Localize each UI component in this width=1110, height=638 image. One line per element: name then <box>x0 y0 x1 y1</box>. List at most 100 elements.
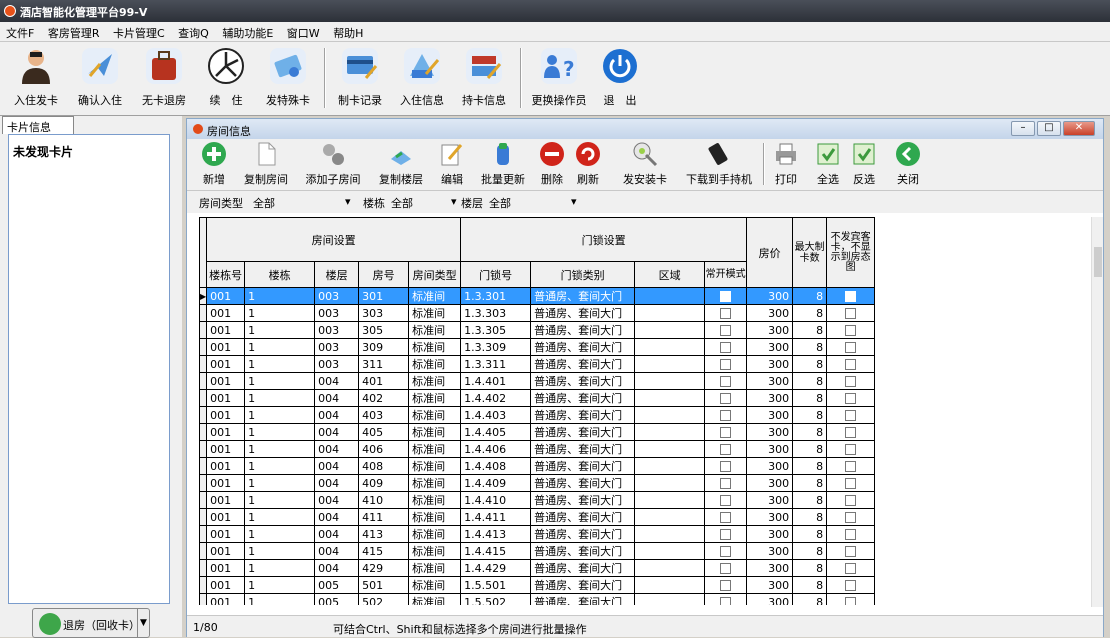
table-row[interactable]: 001 1 005 501 标准间 1.5.501 普通房、套间大门 300 8 <box>199 576 876 594</box>
no-guest-card-cell[interactable] <box>826 355 876 373</box>
row-indicator[interactable] <box>199 576 208 594</box>
menu-help[interactable]: 帮助H <box>327 22 367 41</box>
room-no-header[interactable]: 房号 <box>358 261 410 288</box>
row-indicator[interactable]: ▶ <box>199 287 208 305</box>
maximize-window-button[interactable]: □ <box>1037 121 1061 136</box>
row-indicator[interactable] <box>199 542 208 560</box>
row-indicator[interactable] <box>199 525 208 543</box>
row-indicator[interactable] <box>199 355 208 373</box>
vertical-scrollbar[interactable] <box>1091 217 1103 607</box>
normally-open-cell[interactable] <box>704 576 748 594</box>
normally-open-cell[interactable] <box>704 406 748 424</box>
table-row[interactable]: ▶ 001 1 003 301 标准间 1.3.301 普通房、套间大门 300 8 <box>199 287 876 305</box>
checkbox[interactable] <box>845 427 857 438</box>
exit-button[interactable]: 退 出 <box>596 46 644 110</box>
building-header[interactable]: 楼栋 <box>244 261 316 288</box>
table-row[interactable]: 001 1 004 403 标准间 1.4.403 普通房、套间大门 300 8 <box>199 406 876 424</box>
batch-update-button[interactable]: 批量更新 <box>475 141 531 189</box>
no-guest-card-cell[interactable] <box>826 457 876 475</box>
checkbox[interactable] <box>845 529 857 540</box>
no-guest-card-cell[interactable] <box>826 304 876 322</box>
no-guest-card-cell[interactable] <box>826 389 876 407</box>
normally-open-cell[interactable] <box>704 508 748 526</box>
row-indicator[interactable] <box>199 406 208 424</box>
no-guest-card-cell[interactable] <box>826 542 876 560</box>
checkout-no-card-button[interactable]: 无卡退房 <box>134 46 194 110</box>
checkbox[interactable] <box>720 495 732 506</box>
no-guest-card-cell[interactable] <box>826 593 876 605</box>
checkbox[interactable] <box>845 308 857 319</box>
normally-open-cell[interactable] <box>704 593 748 605</box>
checkbox[interactable] <box>845 512 857 523</box>
print-button[interactable]: 打印 <box>771 141 801 189</box>
issue-install-card-button[interactable]: 发安装卡 <box>617 141 673 189</box>
checkbox[interactable] <box>720 512 732 523</box>
normally-open-cell[interactable] <box>704 321 748 339</box>
table-row[interactable]: 001 1 004 406 标准间 1.4.406 普通房、套间大门 300 8 <box>199 440 876 458</box>
row-indicator[interactable] <box>199 304 208 322</box>
row-indicator[interactable] <box>199 321 208 339</box>
checkbox[interactable] <box>720 580 732 591</box>
checkbox[interactable] <box>845 597 857 605</box>
lock-no-header[interactable]: 门锁号 <box>460 261 532 288</box>
normally-open-cell[interactable] <box>704 389 748 407</box>
no-guest-card-cell[interactable] <box>826 406 876 424</box>
checkbox[interactable] <box>845 495 857 506</box>
no-guest-card-cell[interactable] <box>826 338 876 356</box>
no-guest-card-cell[interactable] <box>826 525 876 543</box>
checkbox[interactable] <box>720 376 732 387</box>
table-row[interactable]: 001 1 003 303 标准间 1.3.303 普通房、套间大门 300 8 <box>199 304 876 322</box>
add-subroom-button[interactable]: 添加子房间 <box>301 141 365 189</box>
no-guest-card-cell[interactable] <box>826 474 876 492</box>
checkbox[interactable] <box>720 461 732 472</box>
checkbox[interactable] <box>845 342 857 353</box>
row-indicator[interactable] <box>199 372 208 390</box>
row-indicator[interactable] <box>199 474 208 492</box>
row-indicator[interactable] <box>199 338 208 356</box>
building-select[interactable]: 全部 <box>391 195 451 211</box>
checkbox[interactable] <box>720 478 732 489</box>
scroll-thumb[interactable] <box>1094 247 1102 277</box>
normally-open-cell[interactable] <box>704 542 748 560</box>
max-cards-header[interactable]: 最大制卡数 <box>792 217 828 288</box>
row-indicator[interactable] <box>199 593 208 605</box>
add-button[interactable]: 新增 <box>197 141 231 189</box>
invert-select-button[interactable]: 反选 <box>847 141 881 189</box>
row-indicator[interactable] <box>199 559 208 577</box>
row-indicator[interactable] <box>199 457 208 475</box>
checkbox[interactable] <box>845 359 857 370</box>
table-row[interactable]: 001 1 004 429 标准间 1.4.429 普通房、套间大门 300 8 <box>199 559 876 577</box>
row-indicator[interactable] <box>199 389 208 407</box>
chevron-down-icon[interactable]: ▾ <box>451 195 457 208</box>
row-indicator[interactable] <box>199 423 208 441</box>
select-all-button[interactable]: 全选 <box>811 141 845 189</box>
checkin-issue-card-button[interactable]: 入住发卡 <box>8 46 64 110</box>
card-holder-info-button[interactable]: 持卡信息 <box>454 46 514 110</box>
normally-open-cell[interactable] <box>704 491 748 509</box>
checkbox[interactable] <box>720 529 732 540</box>
checkbox[interactable] <box>845 325 857 336</box>
checkin-info-button[interactable]: 入住信息 <box>392 46 452 110</box>
table-row[interactable]: 001 1 003 309 标准间 1.3.309 普通房、套间大门 300 8 <box>199 338 876 356</box>
no-guest-card-header[interactable]: 不发宾客卡，不显示到房态图 <box>826 217 876 288</box>
checkbox[interactable] <box>845 546 857 557</box>
delete-button[interactable]: 删除 <box>537 141 567 189</box>
table-row[interactable]: 001 1 004 413 标准间 1.4.413 普通房、套间大门 300 8 <box>199 525 876 543</box>
checkbox[interactable] <box>845 461 857 472</box>
menu-file[interactable]: 文件F <box>0 22 38 41</box>
table-row[interactable]: 001 1 004 401 标准间 1.4.401 普通房、套间大门 300 8 <box>199 372 876 390</box>
normally-open-cell[interactable] <box>704 372 748 390</box>
normally-open-cell[interactable] <box>704 304 748 322</box>
tab-card-info[interactable]: 卡片信息 <box>2 116 74 134</box>
table-row[interactable]: 001 1 004 409 标准间 1.4.409 普通房、套间大门 300 8 <box>199 474 876 492</box>
edit-button[interactable]: 编辑 <box>437 141 467 189</box>
table-row[interactable]: 001 1 004 405 标准间 1.4.405 普通房、套间大门 300 8 <box>199 423 876 441</box>
checkbox[interactable] <box>720 342 732 353</box>
row-indicator[interactable] <box>199 508 208 526</box>
chevron-down-icon[interactable]: ▾ <box>571 195 577 208</box>
normally-open-cell[interactable] <box>704 525 748 543</box>
checkout-return-card-button[interactable]: 退房（回收卡） ▼ <box>32 608 150 638</box>
checkbox[interactable] <box>720 359 732 370</box>
no-guest-card-cell[interactable] <box>826 372 876 390</box>
checkbox[interactable] <box>845 410 857 421</box>
